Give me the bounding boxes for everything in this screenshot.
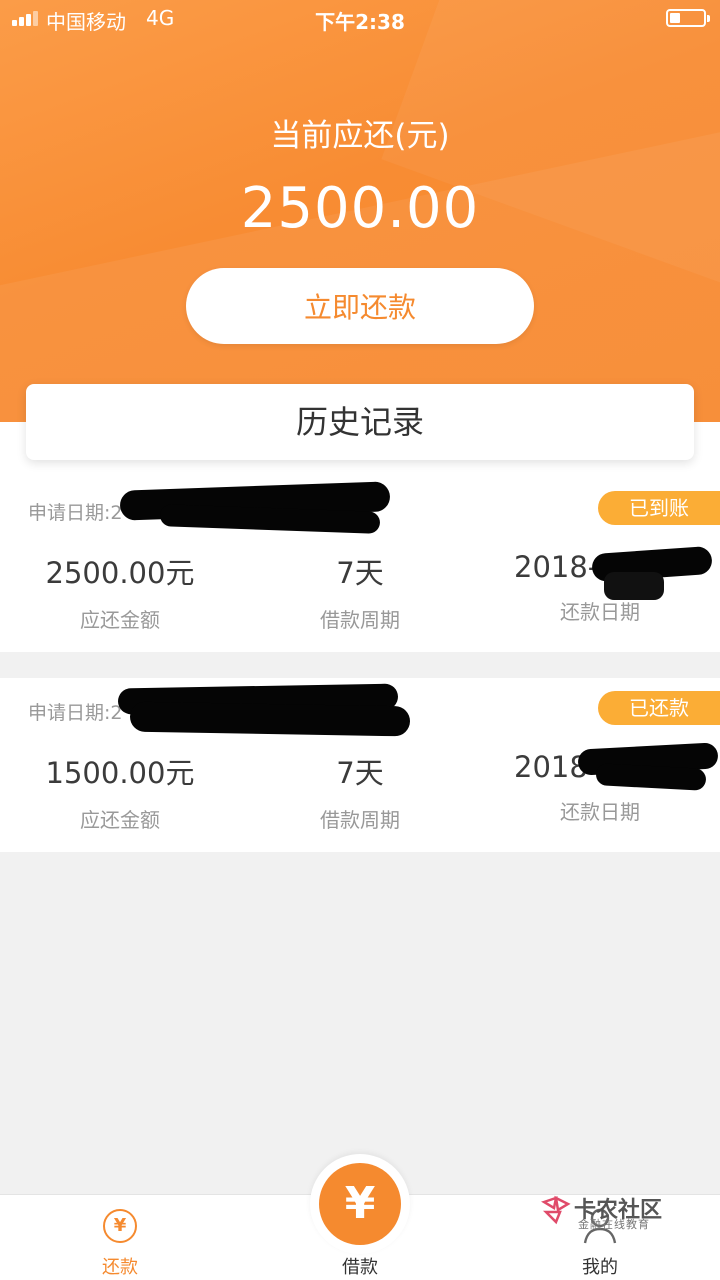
amount-column: 1500.00元 应还金额 xyxy=(0,750,240,833)
repay-date-text: 2018 xyxy=(514,750,588,784)
amount-label: 应还金额 xyxy=(80,608,160,632)
history-record[interactable]: 申请日期:2 已还款 1500.00元 应还金额 7天 借款周期 2018 还款… xyxy=(0,678,720,852)
period-label: 借款周期 xyxy=(320,808,400,832)
status-bar: 中国移动 4G 下午2:38 xyxy=(0,0,720,38)
yen-circle-icon: ¥ xyxy=(103,1209,137,1243)
amount-value: 2500.00元 xyxy=(45,556,195,590)
repay-date-text: 2018- xyxy=(514,550,599,584)
yen-icon[interactable]: ¥ xyxy=(319,1163,401,1245)
watermark-subtitle: 金融在线教育 xyxy=(578,1218,650,1231)
period-value: 7天 xyxy=(336,556,384,590)
period-value: 7天 xyxy=(336,756,384,790)
period-column: 7天 借款周期 xyxy=(240,750,480,833)
repay-date-label: 还款日期 xyxy=(560,800,640,824)
amount-value: 1500.00元 xyxy=(45,756,195,790)
redaction-mark xyxy=(129,701,411,737)
tab-label: 还款 xyxy=(102,1257,138,1278)
repay-now-button[interactable]: 立即还款 xyxy=(186,268,534,344)
due-label: 当前应还(元) xyxy=(270,118,450,154)
tab-label: 我的 xyxy=(582,1257,618,1278)
period-column: 7天 借款周期 xyxy=(240,550,480,633)
status-time: 下午2:38 xyxy=(315,10,405,34)
status-badge: 已到账 xyxy=(598,491,720,525)
redaction-mark xyxy=(604,572,664,600)
period-label: 借款周期 xyxy=(320,608,400,632)
status-badge: 已还款 xyxy=(598,691,720,725)
tab-repay[interactable]: ¥ 还款 xyxy=(0,1195,240,1280)
tab-label: 借款 xyxy=(342,1257,378,1278)
apply-date: 申请日期:2 xyxy=(28,502,123,524)
history-title-card: 历史记录 xyxy=(26,384,694,460)
watermark-logo-icon xyxy=(541,1195,571,1225)
battery-icon xyxy=(666,9,710,27)
repay-date-label: 还款日期 xyxy=(560,600,640,624)
history-title: 历史记录 xyxy=(295,403,424,441)
watermark: 卡农社区 金融在线教育 xyxy=(540,1192,680,1232)
history-record[interactable]: 申请日期:2 已到账 2500.00元 应还金额 7天 借款周期 2018- 还… xyxy=(0,478,720,652)
apply-date: 申请日期:2 xyxy=(28,702,123,724)
due-amount: 2500.00 xyxy=(240,176,480,241)
amount-column: 2500.00元 应还金额 xyxy=(0,550,240,633)
amount-label: 应还金额 xyxy=(80,808,160,832)
